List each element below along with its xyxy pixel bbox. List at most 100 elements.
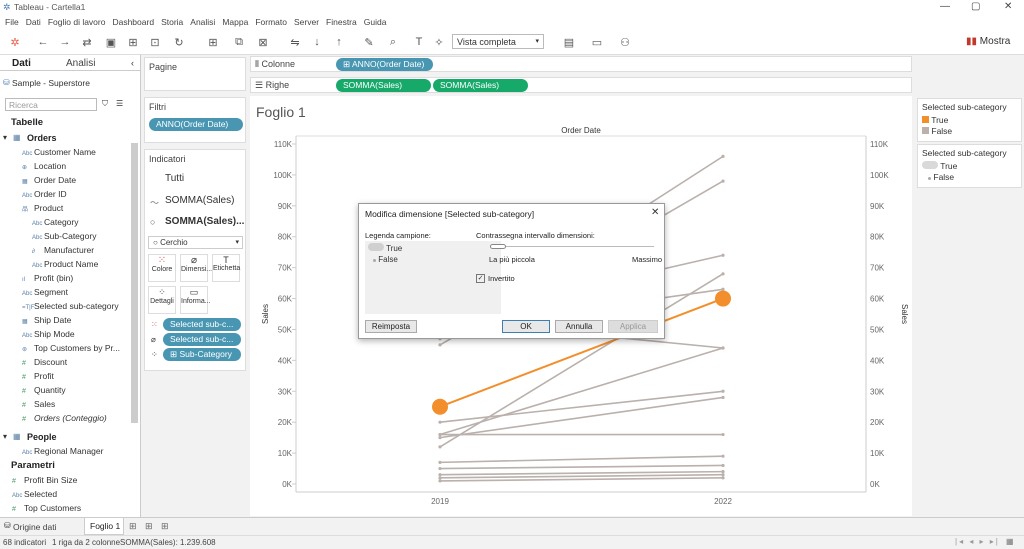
measure-item[interactable]: # Sales (22, 399, 132, 413)
datasource-name[interactable]: Sample - Superstore (12, 78, 90, 88)
tab-analysis[interactable]: Analisi (66, 58, 95, 69)
reset-button[interactable]: Reimposta (365, 320, 417, 333)
color-pill[interactable]: Selected sub-c... (163, 318, 241, 331)
minimize-icon[interactable]: — (940, 1, 950, 12)
field-item[interactable]: ∂ Manufacturer (22, 245, 132, 259)
field-item[interactable]: Abc Category (22, 217, 132, 231)
mark-type-select[interactable]: ○ Cerchio ▾ (148, 236, 243, 249)
replay-icon[interactable]: ⇄ (80, 36, 94, 49)
pause-icon[interactable]: ⊡ (148, 36, 162, 49)
collapse-icon[interactable]: ‹ (131, 58, 134, 68)
menu-help[interactable]: Guida (364, 17, 387, 27)
expand-icon[interactable]: ▾ (3, 432, 7, 441)
menu-file[interactable]: File (5, 17, 19, 27)
save-icon[interactable]: ▣ (104, 36, 118, 49)
size-legend[interactable]: Selected sub-category True False (917, 144, 1022, 188)
search-input[interactable]: Ricerca (5, 98, 97, 111)
menu-dashboard[interactable]: Dashboard (112, 17, 154, 27)
field-item[interactable]: =T|FSelected sub-category (22, 301, 132, 315)
field-item[interactable]: Abc Sub-Category (22, 231, 132, 245)
tooltip-button[interactable]: ▭ Informa... (180, 286, 211, 314)
label-button[interactable]: T Etichetta (212, 254, 240, 282)
ok-button[interactable]: OK (502, 320, 550, 333)
rows-shelf[interactable]: ☰ Righe SOMMA(Sales) SOMMA(Sales) (250, 77, 912, 93)
swap-icon[interactable]: ⇋ (288, 36, 302, 49)
measure-item[interactable]: # Discount (22, 357, 132, 371)
menu-analysis[interactable]: Analisi (190, 17, 215, 27)
add-datasource-icon[interactable]: ⊞ (126, 36, 140, 49)
field-item[interactable]: ⊛ Top Customers by Pr... (22, 343, 132, 357)
size-button[interactable]: ⌀ Dimensi... (180, 254, 212, 282)
field-item[interactable]: Abc Segment (22, 287, 132, 301)
inverted-checkbox[interactable]: ✓ (476, 274, 485, 283)
new-sheet-icon[interactable]: ⊞ (129, 521, 137, 532)
pin-icon[interactable]: ✧ (432, 36, 446, 49)
duplicate-icon[interactable]: ⧉ (232, 36, 246, 49)
parameter-item[interactable]: # Profit Bin Size (12, 475, 81, 489)
clear-sheet-icon[interactable]: ⊠ (256, 36, 270, 49)
tab-data[interactable]: Dati (12, 58, 31, 69)
field-item[interactable]: ▦ Ship Date (22, 315, 132, 329)
expand-icon[interactable]: ▾ (3, 133, 7, 142)
group-icon[interactable]: ⌕ (386, 36, 400, 49)
size-pill[interactable]: Selected sub-c... (163, 333, 241, 346)
menu-map[interactable]: Mappa (222, 17, 248, 27)
menu-story[interactable]: Storia (161, 17, 183, 27)
rows-pill-1[interactable]: SOMMA(Sales) (336, 79, 431, 92)
undo-icon[interactable]: ← (36, 36, 50, 48)
measure-item[interactable]: # Quantity (22, 385, 132, 399)
view-size-select[interactable]: Vista completa ▾ (452, 34, 544, 49)
parameter-item[interactable]: Abc Selected (12, 489, 81, 503)
filters-card[interactable]: Filtri ANNO(Order Date) (144, 97, 246, 143)
field-item[interactable]: Abc Customer Name (22, 147, 132, 161)
scrollbar[interactable] (131, 143, 138, 423)
parameter-item[interactable]: # Top Customers (12, 503, 81, 517)
nav-arrows-icon[interactable]: |◂ ◂ ▸ ▸| (955, 537, 1000, 546)
new-story-icon[interactable]: ⊞ (161, 521, 169, 532)
sort-asc-icon[interactable]: ↓ (310, 36, 324, 48)
marks-all[interactable]: Tutti (165, 173, 184, 184)
marks-sales-2[interactable]: SOMMA(Sales)... (165, 216, 244, 227)
columns-pill[interactable]: ⊞ ANNO(Order Date) (336, 58, 433, 71)
range-slider-track[interactable] (490, 246, 654, 247)
legend-item-false[interactable]: False (918, 172, 1021, 183)
detail-button[interactable]: ⁘ Dettagli (148, 286, 176, 314)
tab-datasource[interactable]: Origine dati (13, 522, 56, 532)
apply-button[interactable]: Applica (608, 320, 658, 333)
cards-icon[interactable]: ▤ (562, 36, 576, 49)
share-icon[interactable]: ⚇ (618, 36, 632, 49)
measure-item[interactable]: # Profit (22, 371, 132, 385)
show-me-button[interactable]: ▮▮ Mostra (966, 36, 1010, 47)
presentation-icon[interactable]: ▭ (590, 36, 604, 49)
range-slider-handle[interactable] (490, 244, 506, 249)
maximize-icon[interactable]: ▢ (971, 1, 980, 12)
field-item[interactable]: Abc Ship Mode (22, 329, 132, 343)
field-item[interactable]: Abc Product Name (22, 259, 132, 273)
field-item[interactable]: ▦ Order Date (22, 175, 132, 189)
columns-shelf[interactable]: ⦀ Colonne ⊞ ANNO(Order Date) (250, 56, 912, 72)
field-item[interactable]: ıl Profit (bin) (22, 273, 132, 287)
list-view-icon[interactable]: ☰ (116, 99, 123, 108)
field-item[interactable]: 品 Product (22, 203, 132, 217)
detail-pill[interactable]: ⊞ Sub-Category (163, 348, 241, 361)
new-sheet-icon[interactable]: ⊞ (206, 36, 220, 49)
close-window-icon[interactable]: ✕ (1004, 1, 1012, 12)
field-item[interactable]: Abc Order ID (22, 189, 132, 203)
menu-format[interactable]: Formato (255, 17, 287, 27)
people-table[interactable]: People (27, 432, 57, 442)
grid-view-icon[interactable]: ▦ (1006, 537, 1014, 546)
filter-icon[interactable]: ⛉ (102, 99, 108, 109)
menu-worksheet[interactable]: Foglio di lavoro (48, 17, 106, 27)
menu-server[interactable]: Server (294, 17, 319, 27)
highlight-icon[interactable]: ✎ (362, 36, 376, 49)
legend-item-true[interactable]: True (918, 115, 1021, 126)
sort-desc-icon[interactable]: ↑ (332, 36, 346, 48)
menu-data[interactable]: Dati (26, 17, 41, 27)
marks-sales-1[interactable]: SOMMA(Sales) (165, 195, 234, 206)
cancel-button[interactable]: Annulla (555, 320, 603, 333)
new-dashboard-icon[interactable]: ⊞ (145, 521, 153, 532)
legend-item-false[interactable]: False (918, 126, 1021, 137)
color-legend[interactable]: Selected sub-category True False (917, 98, 1022, 142)
filter-pill[interactable]: ANNO(Order Date) (149, 118, 243, 131)
refresh-icon[interactable]: ↻ (172, 36, 186, 49)
